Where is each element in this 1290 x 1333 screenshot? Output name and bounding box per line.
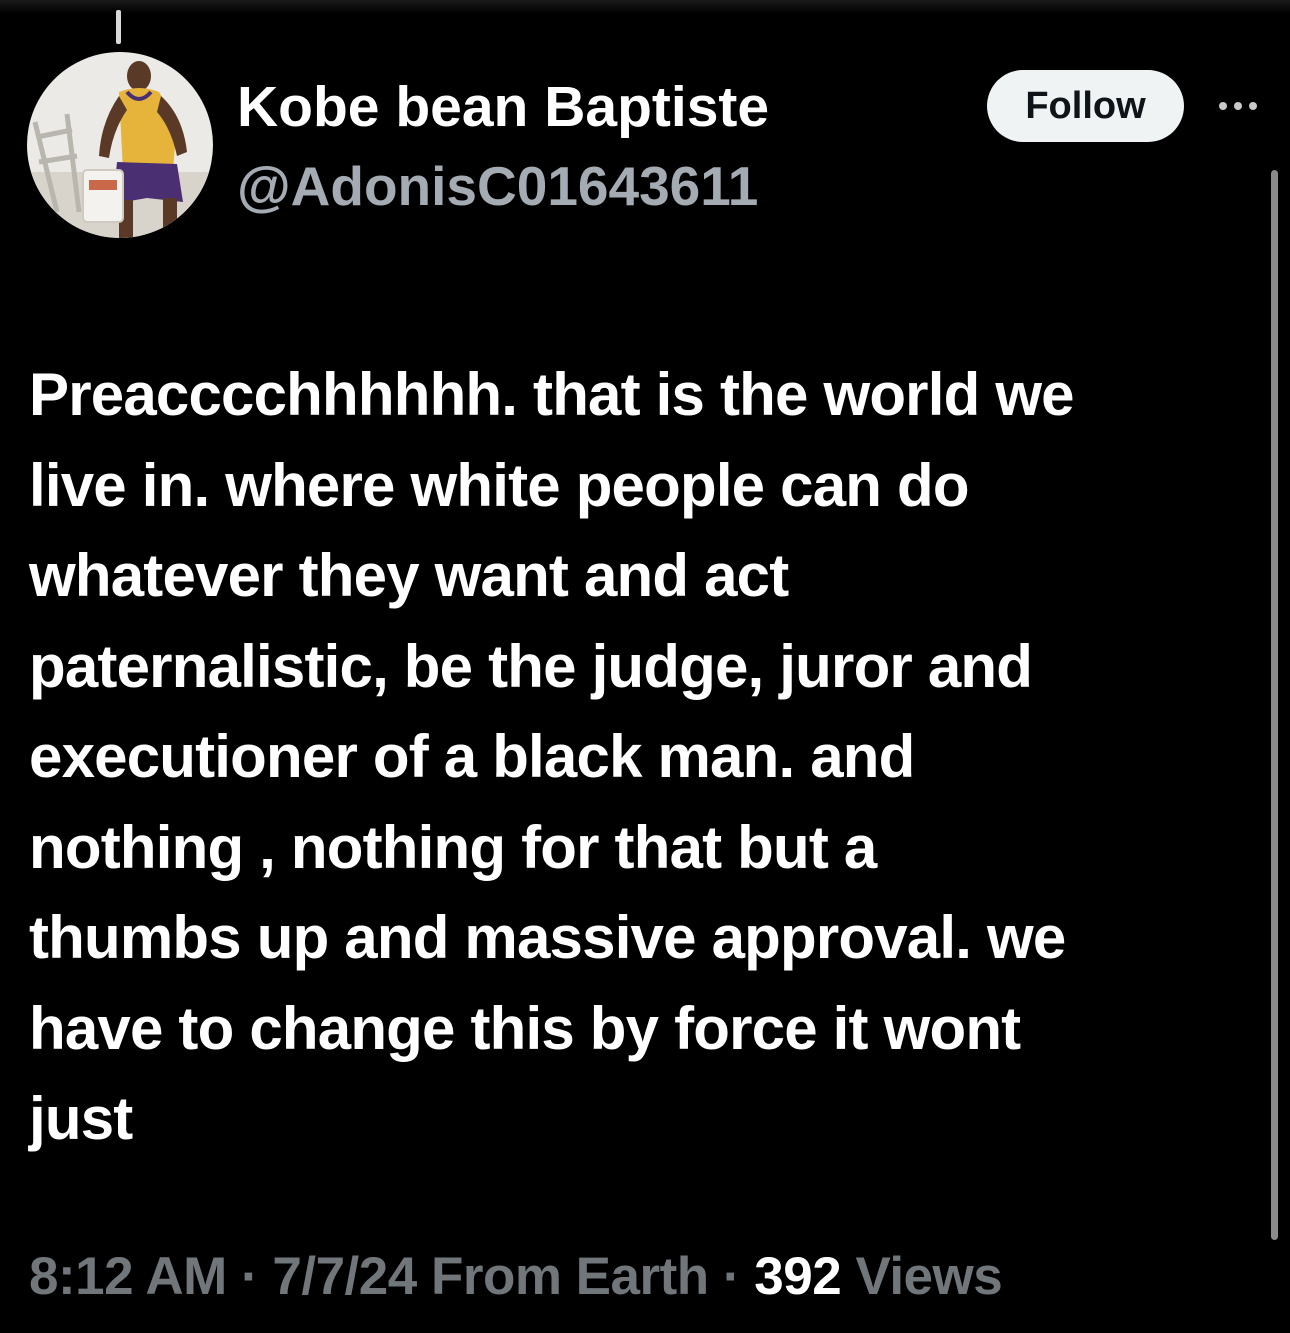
tweet-text-line: nothing , nothing for that but a xyxy=(29,813,877,881)
meta-separator: · xyxy=(226,1247,273,1306)
avatar[interactable] xyxy=(27,52,213,238)
views-count[interactable]: 392 xyxy=(754,1247,841,1306)
tweet-text-line: live in. where white people can do xyxy=(29,451,969,519)
more-options-button[interactable] xyxy=(1210,90,1266,122)
tweet-date[interactable]: 7/7/24 xyxy=(272,1247,417,1306)
tweet-text-line: whatever they want and act xyxy=(29,542,789,609)
scrollbar[interactable] xyxy=(1271,170,1278,1240)
follow-button[interactable]: Follow xyxy=(987,70,1184,142)
user-handle[interactable]: @AdonisC01643611 xyxy=(237,152,758,220)
thread-connector-line xyxy=(116,10,121,44)
more-options-icon xyxy=(1219,102,1257,110)
tweet-text: Preacccchhhhhh. that is the world we liv… xyxy=(29,350,1264,1165)
top-edge xyxy=(0,0,1290,14)
tweet-source: From Earth xyxy=(416,1247,709,1306)
profile-photo-icon xyxy=(27,52,213,238)
tweet-text-line: just xyxy=(29,1085,133,1152)
tweet-text-line: Preacccchhhhhh. that is the world we xyxy=(29,361,1075,428)
tweet-time[interactable]: 8:12 AM xyxy=(29,1247,227,1306)
tweet-text-line: have to change this by force it wont xyxy=(29,994,1021,1062)
tweet-text-line: thumbs up and massive approval. we xyxy=(29,904,1066,971)
meta-separator: · xyxy=(708,1247,755,1306)
tweet-metadata: 8:12 AM · 7/7/24 From Earth · 392 Views xyxy=(29,1242,1003,1312)
tweet-text-line: executioner of a black man. and xyxy=(29,723,915,790)
tweet-text-line: paternalistic, be the judge, juror and xyxy=(29,632,1033,700)
display-name[interactable]: Kobe bean Baptiste xyxy=(237,72,769,142)
views-label[interactable]: Views xyxy=(841,1247,1002,1306)
